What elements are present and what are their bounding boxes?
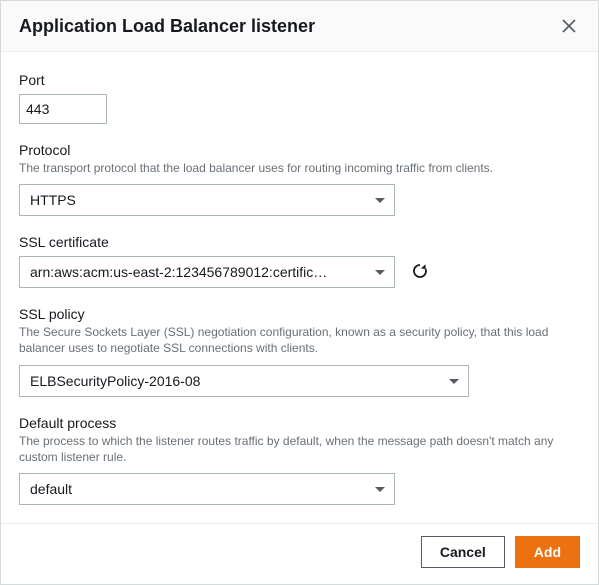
default-process-value: default (30, 481, 72, 497)
ssl-policy-value: ELBSecurityPolicy-2016-08 (30, 373, 200, 389)
default-process-field: Default process The process to which the… (19, 415, 580, 505)
protocol-label: Protocol (19, 142, 580, 158)
chevron-down-icon (374, 481, 386, 497)
chevron-down-icon (374, 264, 386, 280)
default-process-help: The process to which the listener routes… (19, 433, 580, 465)
refresh-certificates-button[interactable] (407, 258, 433, 287)
protocol-value: HTTPS (30, 192, 76, 208)
dialog-body: Port Protocol The transport protocol tha… (1, 52, 598, 523)
default-process-label: Default process (19, 415, 580, 431)
add-button[interactable]: Add (515, 536, 580, 568)
ssl-policy-field: SSL policy The Secure Sockets Layer (SSL… (19, 306, 580, 396)
protocol-select[interactable]: HTTPS (19, 184, 395, 216)
refresh-icon (411, 262, 429, 280)
close-icon (562, 19, 576, 33)
ssl-policy-label: SSL policy (19, 306, 580, 322)
port-label: Port (19, 72, 580, 88)
ssl-certificate-label: SSL certificate (19, 234, 580, 250)
port-input[interactable] (19, 94, 107, 124)
ssl-certificate-value: arn:aws:acm:us-east-2:123456789012:certi… (30, 264, 327, 280)
dialog-header: Application Load Balancer listener (1, 1, 598, 52)
port-input-wrapper (19, 94, 107, 124)
dialog-footer: Cancel Add (1, 523, 598, 584)
default-process-select[interactable]: default (19, 473, 395, 505)
dialog-title: Application Load Balancer listener (19, 16, 315, 37)
listener-dialog: Application Load Balancer listener Port … (0, 0, 599, 585)
close-button[interactable] (558, 15, 580, 37)
ssl-policy-select[interactable]: ELBSecurityPolicy-2016-08 (19, 365, 469, 397)
ssl-certificate-field: SSL certificate arn:aws:acm:us-east-2:12… (19, 234, 580, 288)
protocol-field: Protocol The transport protocol that the… (19, 142, 580, 216)
ssl-policy-help: The Secure Sockets Layer (SSL) negotiati… (19, 324, 580, 356)
protocol-help: The transport protocol that the load bal… (19, 160, 580, 176)
chevron-down-icon (374, 192, 386, 208)
port-field: Port (19, 72, 580, 124)
chevron-down-icon (448, 373, 460, 389)
cancel-button[interactable]: Cancel (421, 536, 505, 568)
ssl-certificate-select[interactable]: arn:aws:acm:us-east-2:123456789012:certi… (19, 256, 395, 288)
